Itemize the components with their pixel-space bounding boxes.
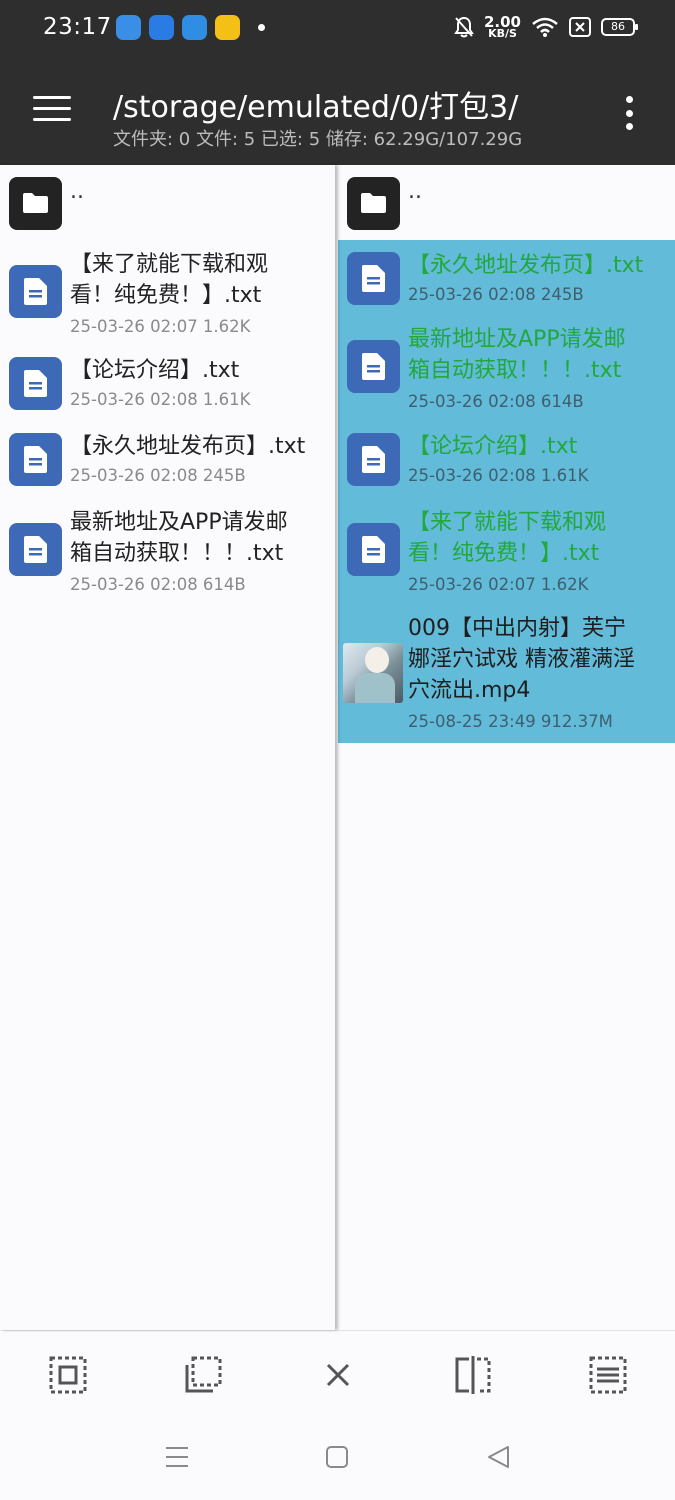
file-meta: 25-03-26 02:08 1.61K [70,390,251,409]
net-speed: 2.00 KB/S [484,15,521,40]
text-file-icon [9,523,62,576]
file-meta: 25-03-26 02:08 614B [408,392,584,411]
mute-icon [454,16,474,38]
file-name: 【永久地址发布页】.txt [70,434,306,459]
list-item-selected[interactable]: 【永久地址发布页】.txt 25-03-26 02:08 245B [338,245,675,315]
file-meta: 25-03-26 02:07 1.62K [408,575,589,594]
file-meta: 25-03-26 02:08 245B [408,285,584,304]
text-file-icon [9,265,62,318]
notification-icons [116,15,265,40]
text-file-icon [347,523,400,576]
system-nav-bar [0,1420,675,1500]
file-name-line: 最新地址及APP请发邮 [408,327,626,352]
wifi-icon [532,17,558,37]
file-name: 最新地址及APP请发邮 箱自动获取！！！.txt [408,324,626,386]
close-icon [326,1363,350,1387]
parent-folder-row[interactable]: .. [338,165,675,240]
status-bar: 23:17 2.00 KB/S 86 [0,0,675,60]
file-meta: 25-03-26 02:08 245B [70,466,246,485]
parent-folder-label: .. [408,179,422,204]
text-file-icon [9,357,62,410]
messages-icon [149,15,174,40]
copy-button[interactable] [183,1355,223,1395]
file-meta: 25-08-25 23:49 912.37M [408,712,613,731]
recents-icon [166,1447,188,1467]
text-file-icon [347,340,400,393]
list-item-selected[interactable]: 009【中出内射】芙宁 娜淫穴试戏 精液灌满淫 穴流出.mp4 25-08-25… [338,611,675,736]
current-path: /storage/emulated/0/打包3/ [113,90,519,125]
right-pane[interactable]: .. 【永久地址发布页】.txt 25-03-26 02:08 245B 最新地… [338,165,675,1330]
file-name: 【永久地址发布页】.txt [408,253,644,278]
parent-folder-row[interactable]: .. [0,165,335,240]
select-all-icon [49,1356,87,1394]
file-name: 最新地址及APP请发邮 箱自动获取！！！.txt [70,507,288,569]
video-thumbnail [343,643,403,703]
more-options-button[interactable] [622,96,636,130]
list-item-selected[interactable]: 【来了就能下载和观 看！纯免费！】.txt 25-03-26 02:07 1.6… [338,503,675,595]
bottom-toolbar [0,1330,675,1420]
file-name-line: 最新地址及APP请发邮 [70,510,288,535]
file-name-line: 【来了就能下载和观 [408,510,607,535]
back-icon [488,1446,509,1468]
weather-icon [116,15,141,40]
file-name-line: 看！纯免费！】.txt [70,283,262,308]
file-meta: 25-03-26 02:08 1.61K [408,466,589,485]
file-meta: 25-03-26 02:08 614B [70,575,246,594]
recents-button[interactable] [162,1442,192,1472]
status-time: 23:17 [43,14,112,40]
battery-icon: 86 [601,18,638,36]
sim-off-icon [569,17,591,37]
home-icon [326,1446,348,1468]
file-name: 【论坛介绍】.txt [408,434,578,459]
file-name: 【来了就能下载和观 看！纯免费！】.txt [408,507,606,569]
list-item[interactable]: 【论坛介绍】.txt 25-03-26 02:08 1.61K [0,350,335,420]
folder-icon [347,177,400,230]
file-name-line: 看！纯免费！】.txt [408,541,600,566]
list-item[interactable]: 【来了就能下载和观 看！纯免费！】.txt 25-03-26 02:07 1.6… [0,245,335,337]
file-name: 【论坛介绍】.txt [70,358,240,383]
parent-folder-label: .. [70,179,84,204]
cancel-selection-button[interactable] [318,1355,358,1395]
left-pane[interactable]: .. 【来了就能下载和观 看！纯免费！】.txt 25-03-26 02:07 … [0,165,335,1330]
list-item-selected[interactable]: 【论坛介绍】.txt 25-03-26 02:08 1.61K [338,426,675,496]
file-name-line: 009【中出内射】芙宁 [408,616,626,641]
text-file-icon [9,433,62,486]
text-file-icon [347,252,400,305]
folder-icon [9,177,62,230]
file-name-line: 穴流出.mp4 [408,678,531,703]
compare-icon [455,1356,491,1394]
system-icons: 2.00 KB/S 86 [454,15,638,40]
menu-button[interactable] [33,96,71,126]
file-name: 009【中出内射】芙宁 娜淫穴试戏 精液灌满淫 穴流出.mp4 [408,613,635,706]
file-name: 【来了就能下载和观 看！纯免费！】.txt [70,249,268,311]
net-speed-unit: KB/S [488,27,517,40]
select-list-icon [589,1356,627,1394]
compare-button[interactable] [453,1355,493,1395]
copy-icon [185,1356,222,1393]
browser-icon [182,15,207,40]
top-bar: 23:17 2.00 KB/S 86 /storage/emulated/0/打… [0,0,675,165]
list-item[interactable]: 【永久地址发布页】.txt 25-03-26 02:08 245B [0,426,335,496]
back-button[interactable] [484,1442,514,1472]
list-item-selected[interactable]: 最新地址及APP请发邮 箱自动获取！！！.txt 25-03-26 02:08 … [338,320,675,412]
file-meta: 25-03-26 02:07 1.62K [70,317,251,336]
file-name-line: 娜淫穴试戏 精液灌满淫 [408,647,635,672]
file-name-line: 【来了就能下载和观 [70,252,269,277]
shopping-app-icon [215,15,240,40]
select-list-button[interactable] [588,1355,628,1395]
more-notifications-dot-icon [258,24,265,31]
select-all-button[interactable] [48,1355,88,1395]
list-item[interactable]: 最新地址及APP请发邮 箱自动获取！！！.txt 25-03-26 02:08 … [0,503,335,595]
text-file-icon [347,433,400,486]
file-name-line: 箱自动获取！！！.txt [70,541,284,566]
home-button[interactable] [322,1442,352,1472]
folder-info: 文件夹: 0 文件: 5 已选: 5 储存: 62.29G/107.29G [113,129,523,150]
file-name-line: 箱自动获取！！！.txt [408,358,622,383]
